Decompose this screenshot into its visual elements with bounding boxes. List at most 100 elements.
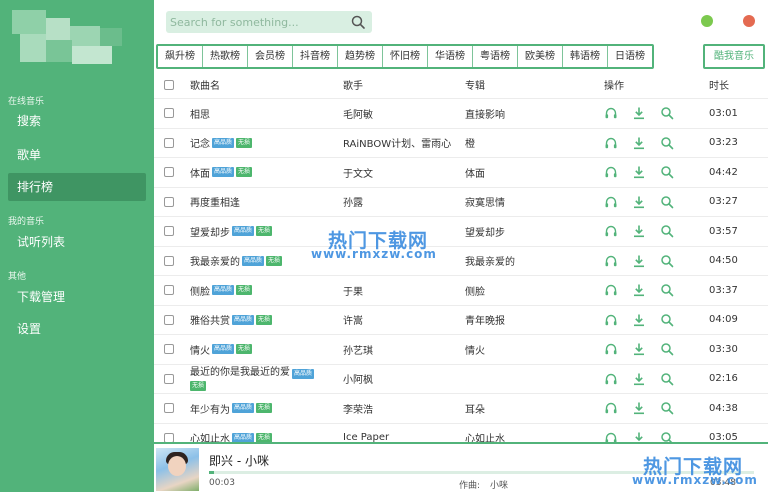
- tab-nostalgia[interactable]: 怀旧榜: [383, 46, 428, 67]
- sidebar-item-search[interactable]: 搜索: [8, 107, 146, 135]
- song-album: 寂寞思情: [465, 198, 505, 210]
- search-icon[interactable]: [660, 342, 674, 356]
- table-row[interactable]: 年少有为 高品质 无损 李荣浩 耳朵 04:38: [154, 394, 768, 424]
- play-headphones-icon[interactable]: [604, 313, 618, 327]
- search-icon[interactable]: [660, 283, 674, 297]
- row-checkbox[interactable]: [164, 137, 174, 148]
- search-icon[interactable]: [660, 431, 674, 442]
- row-checkbox[interactable]: [164, 403, 174, 414]
- download-icon[interactable]: [632, 372, 646, 386]
- select-all-checkbox[interactable]: [164, 79, 174, 90]
- minimize-button[interactable]: [701, 15, 713, 27]
- table-row[interactable]: 侧脸 高品质 无损 于果 侧脸 03:37: [154, 276, 768, 306]
- download-icon[interactable]: [632, 195, 646, 209]
- search-icon[interactable]: [660, 136, 674, 150]
- play-headphones-icon[interactable]: [604, 165, 618, 179]
- row-checkbox[interactable]: [164, 432, 174, 442]
- song-name-cell[interactable]: 记念 高品质 无损: [190, 129, 253, 158]
- table-row[interactable]: 我最亲爱的 高品质 无损 我最亲爱的 04:50: [154, 247, 768, 276]
- play-headphones-icon[interactable]: [604, 224, 618, 238]
- tab-korean[interactable]: 韩语榜: [563, 46, 608, 67]
- row-checkbox[interactable]: [164, 226, 174, 237]
- song-name-cell[interactable]: 年少有为 高品质 无损: [190, 394, 273, 423]
- close-button[interactable]: [743, 15, 755, 27]
- play-headphones-icon[interactable]: [604, 372, 618, 386]
- song-name-cell[interactable]: 心如止水 高品质 无损: [190, 424, 273, 442]
- search-icon[interactable]: [660, 165, 674, 179]
- play-headphones-icon[interactable]: [604, 401, 618, 415]
- table-row[interactable]: 记念 高品质 无损 RAiNBOW计划、雷雨心 橙 03:23: [154, 129, 768, 158]
- song-name-cell[interactable]: 再度重相逢: [190, 188, 240, 217]
- sidebar-item-settings[interactable]: 设置: [8, 315, 146, 343]
- album-cover[interactable]: [156, 448, 199, 491]
- play-headphones-icon[interactable]: [604, 136, 618, 150]
- table-row[interactable]: 情火 高品质 无损 孙艺琪 情火 03:30: [154, 335, 768, 365]
- search-icon[interactable]: [660, 224, 674, 238]
- tab-member[interactable]: 会员榜: [248, 46, 293, 67]
- download-icon[interactable]: [632, 254, 646, 268]
- tab-douyin[interactable]: 抖音榜: [293, 46, 338, 67]
- download-icon[interactable]: [632, 431, 646, 442]
- search-icon[interactable]: [660, 254, 674, 268]
- play-headphones-icon[interactable]: [604, 106, 618, 120]
- play-headphones-icon[interactable]: [604, 283, 618, 297]
- song-name-cell[interactable]: 侧脸 高品质 无损: [190, 276, 253, 305]
- search-icon[interactable]: [350, 14, 366, 30]
- row-checkbox[interactable]: [164, 167, 174, 178]
- song-name-cell[interactable]: 情火 高品质 无损: [190, 335, 253, 364]
- table-row[interactable]: 最近的你是我最近的爱 高品质 无损 小阿枫 02:16: [154, 365, 768, 394]
- table-row[interactable]: 体面 高品质 无损 于文文 体面 04:42: [154, 158, 768, 188]
- tab-japanese[interactable]: 日语榜: [608, 46, 652, 67]
- row-checkbox[interactable]: [164, 196, 174, 207]
- download-icon[interactable]: [632, 401, 646, 415]
- tab-soaring[interactable]: 飙升榜: [158, 46, 203, 67]
- download-icon[interactable]: [632, 136, 646, 150]
- play-headphones-icon[interactable]: [604, 431, 618, 442]
- row-checkbox[interactable]: [164, 108, 174, 119]
- tab-hot[interactable]: 热歌榜: [203, 46, 248, 67]
- download-icon[interactable]: [632, 283, 646, 297]
- hq-badge: 高品质: [232, 314, 255, 325]
- search-icon[interactable]: [660, 106, 674, 120]
- play-headphones-icon[interactable]: [604, 195, 618, 209]
- row-checkbox[interactable]: [164, 255, 174, 266]
- song-name-cell[interactable]: 雅俗共赏 高品质 无损: [190, 306, 273, 335]
- song-name-cell[interactable]: 最近的你是我最近的爱 高品质 无损: [190, 365, 315, 394]
- sidebar-item-downloads[interactable]: 下载管理: [8, 283, 146, 311]
- download-icon[interactable]: [632, 224, 646, 238]
- download-icon[interactable]: [632, 313, 646, 327]
- table-row[interactable]: 相思 毛阿敏 直接影响 03:01: [154, 99, 768, 129]
- search-icon[interactable]: [660, 372, 674, 386]
- table-row[interactable]: 再度重相逢 孙露 寂寞思情 03:27: [154, 188, 768, 217]
- search-input[interactable]: [170, 13, 340, 31]
- progress-fill: [209, 471, 215, 474]
- source-tab[interactable]: 酷我音乐: [703, 44, 765, 69]
- search-icon[interactable]: [660, 401, 674, 415]
- row-checkbox[interactable]: [164, 314, 174, 325]
- table-row[interactable]: 雅俗共赏 高品质 无损 许嵩 青年晚报 04:09: [154, 306, 768, 335]
- download-icon[interactable]: [632, 342, 646, 356]
- search-icon[interactable]: [660, 195, 674, 209]
- search-icon[interactable]: [660, 313, 674, 327]
- sidebar-item-playlists[interactable]: 歌单: [8, 141, 146, 169]
- sidebar-item-trial-list[interactable]: 试听列表: [8, 228, 146, 256]
- song-name-cell[interactable]: 我最亲爱的 高品质 无损: [190, 247, 283, 276]
- row-checkbox[interactable]: [164, 344, 174, 355]
- tab-chinese[interactable]: 华语榜: [428, 46, 473, 67]
- row-checkbox[interactable]: [164, 285, 174, 296]
- song-duration: 03:27: [709, 196, 738, 208]
- download-icon[interactable]: [632, 165, 646, 179]
- table-row[interactable]: 心如止水 高品质 无损 Ice Paper 心如止水 03:05: [154, 424, 768, 442]
- tab-trend[interactable]: 趋势榜: [338, 46, 383, 67]
- tab-western[interactable]: 欧美榜: [518, 46, 563, 67]
- download-icon[interactable]: [632, 106, 646, 120]
- play-headphones-icon[interactable]: [604, 254, 618, 268]
- play-headphones-icon[interactable]: [604, 342, 618, 356]
- song-name-cell[interactable]: 相思: [190, 99, 210, 128]
- sidebar-item-charts[interactable]: 排行榜: [8, 173, 146, 201]
- song-name-cell[interactable]: 望爱却步 高品质 无损: [190, 217, 273, 246]
- tab-cantonese[interactable]: 粤语榜: [473, 46, 518, 67]
- table-row[interactable]: 望爱却步 高品质 无损 望爱却步 03:57: [154, 217, 768, 247]
- song-name-cell[interactable]: 体面 高品质 无损: [190, 158, 253, 187]
- row-checkbox[interactable]: [164, 373, 174, 384]
